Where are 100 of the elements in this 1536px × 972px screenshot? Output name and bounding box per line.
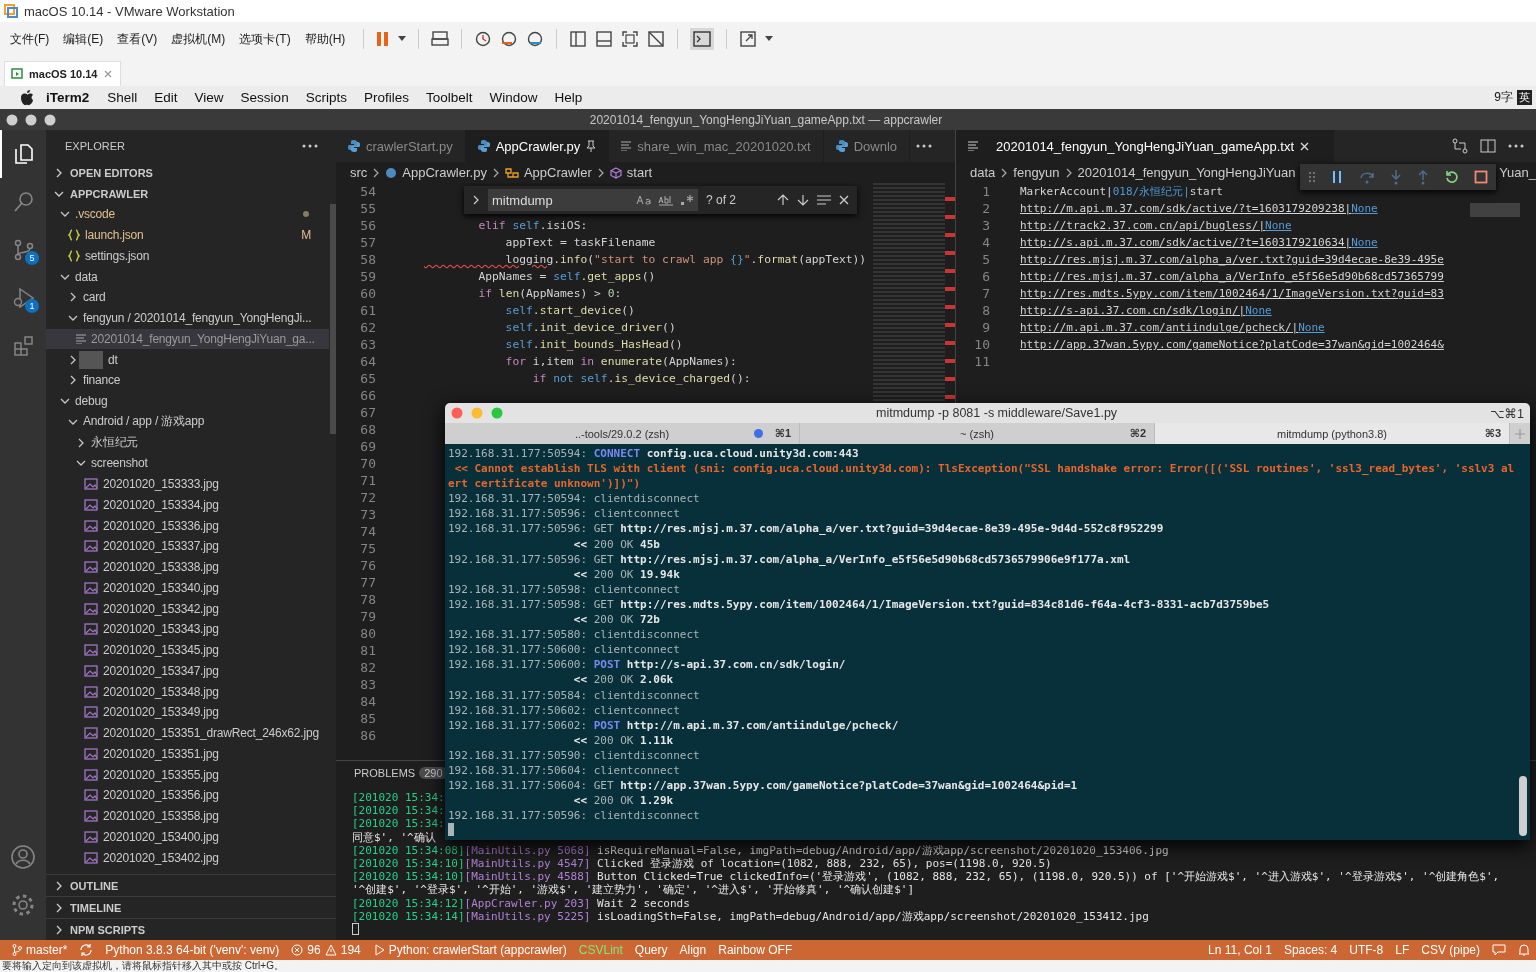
section-header[interactable]: APPCRAWLER (46, 183, 336, 204)
file-tree-item[interactable]: 20201020_153337.jpg (46, 536, 329, 557)
more-icon[interactable] (302, 144, 318, 148)
file-tree-item[interactable]: 20201020_153333.jpg (46, 473, 329, 495)
branch-status[interactable]: master* (12, 943, 68, 957)
file-tree-item[interactable]: screenshot (46, 453, 329, 474)
editor-tab[interactable]: 20201014_fengyun_YongHengJiYuan_gameApp.txt (956, 130, 1335, 162)
bell-icon[interactable] (1518, 943, 1530, 957)
file-tree-item[interactable]: 20201020_153358.jpg (46, 805, 329, 827)
restart-icon[interactable] (1444, 170, 1459, 184)
status-item[interactable]: Query (634, 943, 668, 957)
more-icon[interactable] (1508, 144, 1524, 148)
lines-icon[interactable] (817, 194, 831, 206)
file-tree-item[interactable]: 20201020_153351.jpg (46, 743, 329, 765)
file-tree-item[interactable]: 永恒纪元 (46, 432, 329, 453)
file-tree-item[interactable]: 20201020_153340.jpg (46, 577, 329, 599)
status-item[interactable]: Ln 11, Col 1 (1208, 943, 1272, 957)
file-tree-item[interactable]: 20201020_153348.jpg (46, 681, 329, 702)
status-item[interactable]: Python 3.8.3 64-bit ('venv': venv) (105, 943, 280, 957)
menu-item[interactable]: 选项卡(T) (239, 30, 291, 48)
section-header[interactable]: OUTLINE (46, 874, 336, 896)
debug-status[interactable]: Python: crawlerStart (appcrawler) (372, 943, 567, 957)
account-icon[interactable] (10, 844, 36, 870)
status-item[interactable]: LF (1395, 943, 1410, 957)
panel-tab[interactable]: PROBLEMS (354, 767, 416, 779)
caret-icon[interactable] (398, 36, 407, 42)
status-item[interactable]: UTF-8 (1349, 943, 1384, 957)
arrow-up-icon[interactable] (777, 194, 789, 206)
file-tree-item[interactable]: card (46, 287, 329, 308)
menu-item[interactable]: 帮助(H) (304, 30, 346, 48)
caret-icon[interactable] (765, 36, 774, 42)
editor-tab[interactable]: Downlo (823, 130, 911, 162)
breadcrumb-item[interactable]: start (609, 165, 653, 180)
file-tree-item[interactable]: 20201020_153345.jpg (46, 639, 329, 661)
menu-item[interactable]: View (194, 90, 224, 105)
breadcrumb-item[interactable]: src (350, 165, 368, 180)
file-tree-item[interactable]: settings.json (46, 245, 329, 267)
editor-tab[interactable]: share_win_mac_20201020.txt (609, 130, 824, 162)
menu-item[interactable]: Edit (154, 90, 178, 105)
breadcrumb-item[interactable]: fengyun (1013, 165, 1060, 180)
menu-item[interactable]: Toolbelt (425, 90, 473, 105)
breadcrumb-item[interactable]: AppCrawler.py (385, 165, 487, 180)
chevron-icon[interactable] (472, 195, 480, 205)
split-editor-icon[interactable] (1480, 138, 1496, 154)
file-tree-item[interactable]: debug (46, 390, 329, 412)
section-header[interactable]: TIMELINE (46, 896, 336, 918)
compare-icon[interactable] (1452, 138, 1468, 154)
input-mode-indicator[interactable]: 英 (1517, 90, 1532, 105)
file-tree-item[interactable]: 20201020_153351_drawRect_246x62.jpg (46, 722, 329, 744)
panel-layout-icon[interactable] (595, 30, 614, 48)
activity-bar-item[interactable]: 5 (0, 226, 46, 274)
menu-item[interactable]: Help (554, 90, 583, 105)
file-tree-item[interactable]: finance (46, 370, 329, 391)
terminal-tab[interactable]: mitmdump (python3.8) ⌘3 (1155, 423, 1510, 444)
window-controls-icon[interactable] (6, 113, 56, 126)
snapshot-icon[interactable] (474, 30, 493, 48)
match-case-icon[interactable] (636, 195, 652, 205)
close-icon[interactable] (839, 195, 849, 205)
arrow-down-icon[interactable] (797, 194, 809, 206)
file-tree-item[interactable]: 20201020_153342.jpg (46, 598, 329, 619)
file-tree-item[interactable]: data (46, 266, 329, 287)
file-tree-item[interactable]: 20201020_153356.jpg (46, 785, 329, 806)
file-tree-item[interactable]: 20201014_fengyun_YongHengJiYuan_ga... (46, 328, 329, 350)
file-tree-item[interactable]: 20201020_153400.jpg (46, 826, 329, 848)
fit-screen-icon[interactable] (621, 30, 640, 48)
drag-handle-icon[interactable] (1307, 171, 1316, 183)
breadcrumb-item[interactable]: data (970, 165, 996, 180)
sidebar-layout-icon[interactable] (569, 30, 588, 48)
vm-tab[interactable]: macOS 10.14 (4, 61, 121, 86)
problems-status[interactable]: 96 194 (291, 943, 361, 957)
fullscreen-icon[interactable] (739, 30, 758, 48)
regex-icon[interactable] (680, 194, 694, 206)
more-icon[interactable] (916, 144, 933, 148)
menu-item[interactable]: 文件(F) (10, 30, 50, 48)
scrollbar[interactable] (1519, 776, 1527, 836)
file-tree-item[interactable]: 20201020_153338.jpg (46, 556, 329, 578)
status-item[interactable]: Spaces: 4 (1283, 943, 1338, 957)
editor-tab[interactable]: crawlerStart.py (336, 130, 466, 162)
file-tree-item[interactable]: 20201020_153349.jpg (46, 702, 329, 723)
pin-icon[interactable] (586, 140, 597, 152)
feedback-icon[interactable] (1492, 943, 1506, 957)
file-tree-item[interactable]: 20201020_153402.jpg (46, 847, 329, 868)
file-tree-item[interactable]: 20201020_153347.jpg (46, 660, 329, 682)
sync-icon[interactable] (79, 944, 94, 956)
menu-item[interactable]: iTerm2 (46, 90, 90, 105)
whole-word-icon[interactable] (658, 194, 674, 206)
pause-icon[interactable] (376, 31, 391, 47)
file-tree-item[interactable]: fengyun / 20201014_fengyun_YongHengJi... (46, 307, 329, 329)
section-header[interactable]: OPEN EDITORS (46, 162, 336, 183)
file-tree-item[interactable]: 20201020_153343.jpg (46, 619, 329, 640)
editor-tab[interactable]: AppCrawler.py (465, 130, 610, 162)
file-tree-item[interactable]: 20201020_153336.jpg (46, 515, 329, 536)
file-tree-item[interactable]: Android / app / 游戏app (46, 411, 329, 433)
activity-bar-item[interactable]: 1 (0, 274, 46, 322)
file-tree-item[interactable]: 20201020_153355.jpg (46, 764, 329, 785)
breadcrumb-item[interactable]: AppCrawler (504, 165, 592, 180)
file-tree-item[interactable]: launch.json M (46, 224, 329, 246)
console-icon[interactable] (690, 28, 715, 50)
status-item[interactable]: Rainbow OFF (718, 943, 793, 957)
status-item[interactable]: Align (679, 943, 707, 957)
